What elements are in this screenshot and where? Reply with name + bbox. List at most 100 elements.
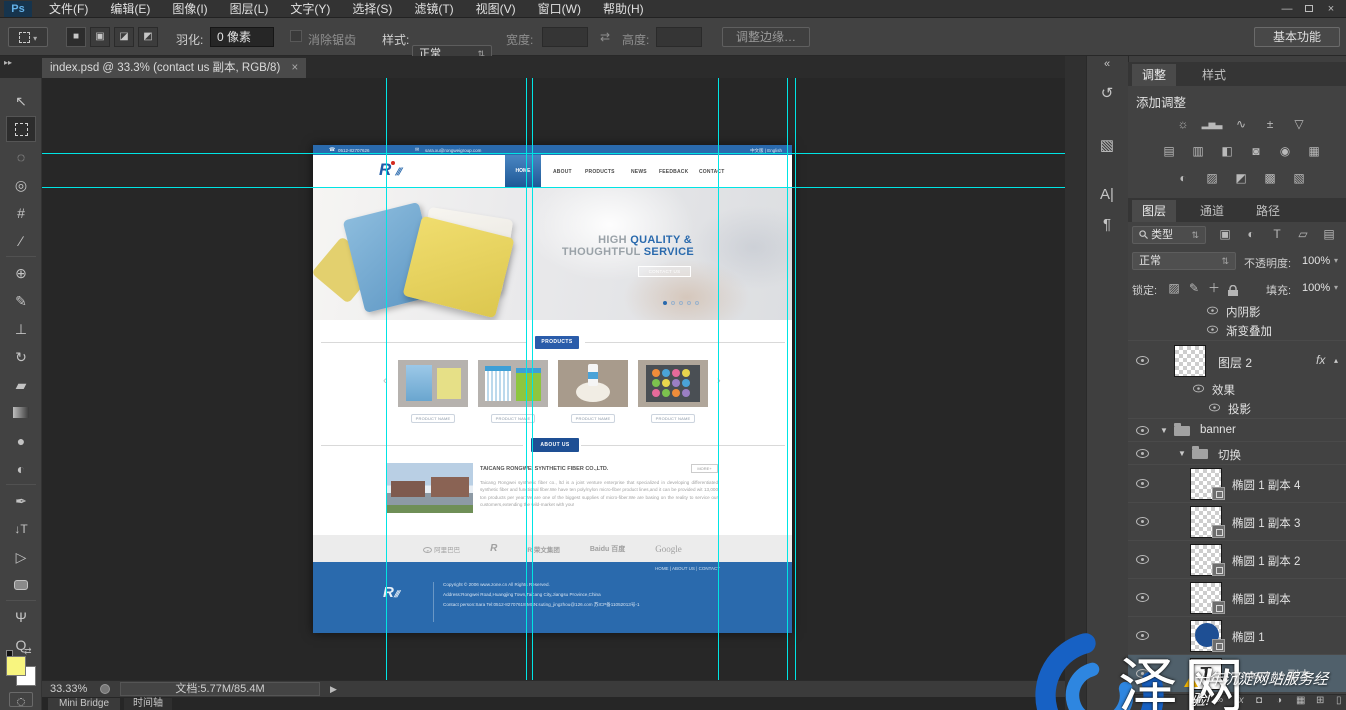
minimize-button[interactable]: — [1276, 3, 1298, 15]
guide-vertical-3[interactable] [532, 78, 533, 680]
psd-document[interactable]: ☎ 0512-82707626 ✉ sara.xu@rongweigroup.c… [313, 145, 792, 633]
lock-position-icon[interactable]: ＋ [1206, 280, 1222, 296]
quick-selection-tool[interactable]: ◎ [6, 172, 36, 198]
levels-icon[interactable]: ▂▅▃ [1201, 116, 1223, 132]
menu-image[interactable]: 图像(I) [172, 0, 207, 17]
tab-adjustments[interactable]: 调整 [1132, 64, 1176, 86]
layer-row-selected[interactable]: T contact us 副本 [1128, 654, 1346, 692]
layer-name[interactable]: 椭圆 1 副本 [1232, 591, 1291, 607]
doc-info-box[interactable]: 文档:5.77M/85.4M [120, 682, 320, 696]
layer-thumbnail[interactable] [1174, 345, 1206, 377]
layer-name[interactable]: 椭圆 1 [1232, 629, 1265, 645]
close-button[interactable]: × [1320, 3, 1342, 15]
selection-mode-new[interactable]: ■ [66, 27, 86, 47]
effect-item[interactable]: 内阴影 [1226, 304, 1261, 320]
guide-horizontal-2[interactable] [42, 187, 1065, 188]
layer-row[interactable]: 椭圆 1 副本 [1128, 578, 1346, 616]
delete-layer-icon[interactable]: ▯ [1336, 695, 1342, 706]
blend-mode-dropdown[interactable]: 正常 ⇅ [1132, 252, 1236, 270]
pen-tool[interactable]: ✒ [6, 488, 36, 514]
layer-name[interactable]: 椭圆 1 副本 2 [1232, 553, 1300, 569]
width-input[interactable] [542, 27, 588, 47]
lock-all-icon[interactable] [1228, 283, 1238, 301]
layer-row[interactable]: 椭圆 1 副本 3 [1128, 502, 1346, 540]
history-panel-icon[interactable]: ↺ [1092, 84, 1122, 102]
selection-mode-add[interactable]: ▣ [90, 27, 110, 47]
effect-item[interactable]: 投影 [1228, 401, 1251, 417]
visibility-toggle[interactable] [1136, 555, 1149, 564]
layer-name[interactable]: 椭圆 1 副本 3 [1232, 515, 1300, 531]
foreground-color-swatch[interactable] [6, 656, 26, 676]
guide-vertical-2[interactable] [526, 78, 527, 680]
healing-brush-tool[interactable]: ⊕ [6, 260, 36, 286]
layer-group-row[interactable]: ▼ banner [1128, 418, 1346, 441]
filter-shape-layers-icon[interactable]: ▱ [1292, 226, 1314, 242]
visibility-toggle[interactable] [1136, 517, 1149, 526]
layer-row[interactable]: 图层 2 fx ▴ [1128, 340, 1346, 380]
group-name[interactable]: banner [1200, 424, 1236, 436]
visibility-toggle[interactable] [1136, 593, 1149, 602]
lock-paint-icon[interactable]: ✎ [1186, 280, 1202, 296]
guide-vertical-6[interactable] [795, 78, 796, 680]
blur-tool[interactable]: ● [6, 428, 36, 454]
menu-type[interactable]: 文字(Y) [290, 0, 330, 17]
quick-mask-button[interactable] [9, 692, 33, 707]
tab-timeline[interactable]: 时间轴 [124, 698, 172, 710]
layer-name[interactable]: 图层 2 [1218, 354, 1252, 371]
eyedropper-tool[interactable]: ∕ [6, 228, 36, 254]
group-expand-arrow[interactable]: ▼ [1160, 426, 1168, 435]
properties-panel-icon[interactable]: ▧ [1092, 136, 1122, 154]
filter-pixel-layers-icon[interactable]: ▣ [1214, 226, 1236, 242]
layer-filter-dropdown[interactable]: 类型 ⇅ [1132, 226, 1206, 244]
visibility-toggle[interactable] [1136, 669, 1149, 678]
document-tab[interactable]: index.psd @ 33.3% (contact us 副本, RGB/8)… [42, 58, 306, 78]
toolbar-expand-icon[interactable]: ▸▸ [4, 58, 12, 67]
restore-button[interactable] [1298, 3, 1320, 15]
dodge-tool[interactable]: ◐ [6, 456, 36, 482]
type-tool[interactable]: ↓T [6, 516, 36, 542]
visibility-toggle[interactable] [1193, 385, 1204, 393]
black-white-icon[interactable]: ◧ [1216, 143, 1238, 159]
visibility-toggle[interactable] [1136, 426, 1149, 435]
height-input[interactable] [656, 27, 702, 47]
tab-mini-bridge[interactable]: Mini Bridge [48, 698, 120, 710]
guide-vertical-5[interactable] [787, 78, 788, 680]
visibility-toggle[interactable] [1207, 307, 1218, 315]
visibility-toggle[interactable] [1209, 404, 1220, 412]
guide-vertical-4[interactable] [718, 78, 719, 680]
threshold-icon[interactable]: ◩ [1230, 170, 1252, 186]
visibility-toggle[interactable] [1136, 479, 1149, 488]
clone-stamp-tool[interactable]: ⊥ [6, 316, 36, 342]
layer-name[interactable]: contact us 副本 [1232, 667, 1311, 683]
tab-channels[interactable]: 通道 [1190, 200, 1234, 222]
new-layer-icon[interactable]: ⊞ [1316, 695, 1324, 706]
visibility-toggle[interactable] [1136, 356, 1149, 365]
hand-tool[interactable]: Ψ [6, 604, 36, 630]
selective-color-icon[interactable]: ▧ [1288, 170, 1310, 186]
menu-layer[interactable]: 图层(L) [230, 0, 269, 17]
path-selection-tool[interactable]: ▷ [6, 544, 36, 570]
tool-preset-box[interactable]: ▾ [8, 27, 48, 47]
workspace-button[interactable]: 基本功能 [1254, 27, 1340, 47]
menu-window[interactable]: 窗口(W) [538, 0, 581, 17]
selection-mode-subtract[interactable]: ◪ [114, 27, 134, 47]
visibility-toggle[interactable] [1136, 449, 1149, 458]
new-group-icon[interactable]: ▦ [1296, 695, 1305, 706]
fx-badge[interactable]: fx [1316, 353, 1325, 367]
shape-tool[interactable] [6, 572, 36, 598]
hue-saturation-icon[interactable]: ▤ [1158, 143, 1180, 159]
antialias-checkbox[interactable] [290, 30, 302, 42]
rectangular-marquee-tool[interactable] [6, 116, 36, 142]
collapse-panels-icon[interactable]: « [1092, 58, 1122, 70]
history-brush-tool[interactable]: ↻ [6, 344, 36, 370]
filter-adjustment-layers-icon[interactable]: ◐ [1240, 226, 1262, 242]
eraser-tool[interactable]: ▰ [6, 372, 36, 398]
selection-mode-intersect[interactable]: ◩ [138, 27, 158, 47]
invert-icon[interactable]: ◐ [1172, 170, 1194, 186]
layer-row[interactable]: 椭圆 1 副本 4 [1128, 464, 1346, 502]
visibility-toggle[interactable] [1136, 631, 1149, 640]
menu-filter[interactable]: 滤镜(T) [414, 0, 453, 17]
layer-group-row[interactable]: ▼ 切换 [1128, 441, 1346, 464]
layer-mask-icon[interactable]: ◘ [1256, 695, 1262, 706]
visibility-toggle[interactable] [1207, 326, 1218, 334]
